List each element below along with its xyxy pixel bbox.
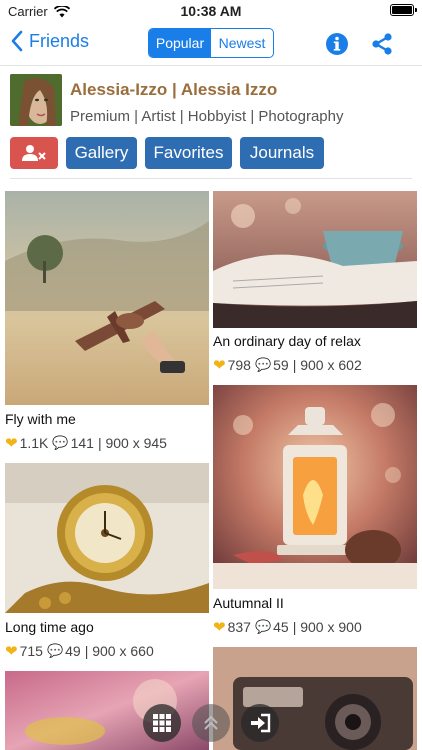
- comment-count: 45: [273, 619, 289, 635]
- deviation-title[interactable]: Long time ago: [5, 619, 94, 635]
- favorite-heart-icon: ❤: [213, 357, 226, 374]
- profile-actions: Gallery Favorites Journals: [10, 137, 324, 169]
- sign-out-icon: [251, 713, 271, 733]
- comment-icon: 💬: [254, 357, 272, 372]
- deviation-stats: ❤ 798 💬 59 | 900 x 602: [213, 356, 362, 374]
- sign-out-button[interactable]: [241, 704, 279, 742]
- avatar[interactable]: [10, 74, 62, 126]
- favorite-count: 837: [227, 619, 251, 635]
- profile-subtitle: Premium | Artist | Hobbyist | Photograph…: [70, 108, 344, 125]
- deviation-stats: ❤ 715 💬 49 | 900 x 660: [5, 642, 154, 660]
- back-button[interactable]: Friends: [10, 30, 89, 52]
- tab-popular[interactable]: Popular: [149, 29, 211, 57]
- journals-button[interactable]: Journals: [240, 137, 324, 169]
- deviation-title[interactable]: Autumnal II: [213, 595, 284, 611]
- deviation-title[interactable]: Fly with me: [5, 411, 76, 427]
- gallery-button[interactable]: Gallery: [66, 137, 137, 169]
- status-bar: Carrier 10:38 AM: [0, 0, 422, 22]
- profile-name[interactable]: Alessia-Izzo | Alessia Izzo: [70, 80, 277, 100]
- chevron-left-icon: [11, 30, 23, 52]
- share-icon[interactable]: [370, 32, 394, 56]
- nav-bar: Friends Popular Newest: [0, 22, 422, 66]
- deviation-stats: ❤ 1.1K 💬 141 | 900 x 945: [5, 434, 167, 452]
- deviation-thumbnail-fly-with-me[interactable]: [5, 191, 209, 405]
- remove-user-icon: [22, 145, 46, 161]
- deviation-stats: ❤ 837 💬 45 | 900 x 900: [213, 618, 362, 636]
- scroll-to-top-button[interactable]: [192, 704, 230, 742]
- unwatch-user-button[interactable]: [10, 137, 58, 169]
- battery-icon: [390, 4, 417, 16]
- sort-segmented-control: Popular Newest: [148, 28, 274, 58]
- double-chevron-up-icon: [204, 715, 218, 730]
- deviation-thumbnail[interactable]: [213, 647, 417, 750]
- profile-header: Alessia-Izzo | Alessia Izzo Premium | Ar…: [10, 74, 412, 128]
- favorite-heart-icon: ❤: [5, 643, 18, 660]
- favorite-count: 798: [227, 357, 251, 373]
- grid-icon: [153, 714, 171, 732]
- deviation-thumbnail-long-time-ago[interactable]: [5, 463, 209, 613]
- back-label: Friends: [29, 30, 90, 51]
- image-size: | 900 x 660: [84, 643, 154, 659]
- comment-count: 49: [65, 643, 81, 659]
- status-time: 10:38 AM: [180, 3, 242, 19]
- deviation-thumbnail-autumnal-ii[interactable]: [213, 385, 417, 589]
- favorite-heart-icon: ❤: [213, 619, 226, 636]
- comment-icon: 💬: [52, 435, 69, 450]
- grid-view-button[interactable]: [143, 704, 181, 742]
- divider: [10, 178, 412, 179]
- favorites-button[interactable]: Favorites: [145, 137, 232, 169]
- favorite-count: 715: [19, 643, 43, 659]
- comment-count: 59: [273, 357, 289, 373]
- status-right: [390, 4, 417, 16]
- deviation-thumbnail[interactable]: [5, 671, 209, 750]
- deviation-title[interactable]: An ordinary day of relax: [213, 333, 361, 349]
- favorite-heart-icon: ❤: [5, 435, 18, 452]
- comment-icon: 💬: [46, 643, 64, 658]
- comment-icon: 💬: [254, 619, 272, 634]
- image-size: | 900 x 945: [97, 435, 167, 451]
- comment-count: 141: [70, 435, 94, 451]
- deviation-thumbnail-ordinary-day[interactable]: [213, 191, 417, 328]
- tab-newest[interactable]: Newest: [211, 29, 273, 57]
- image-size: | 900 x 900: [292, 619, 362, 635]
- image-size: | 900 x 602: [292, 357, 362, 373]
- favorite-count: 1.1K: [19, 435, 49, 451]
- info-icon[interactable]: [325, 32, 349, 56]
